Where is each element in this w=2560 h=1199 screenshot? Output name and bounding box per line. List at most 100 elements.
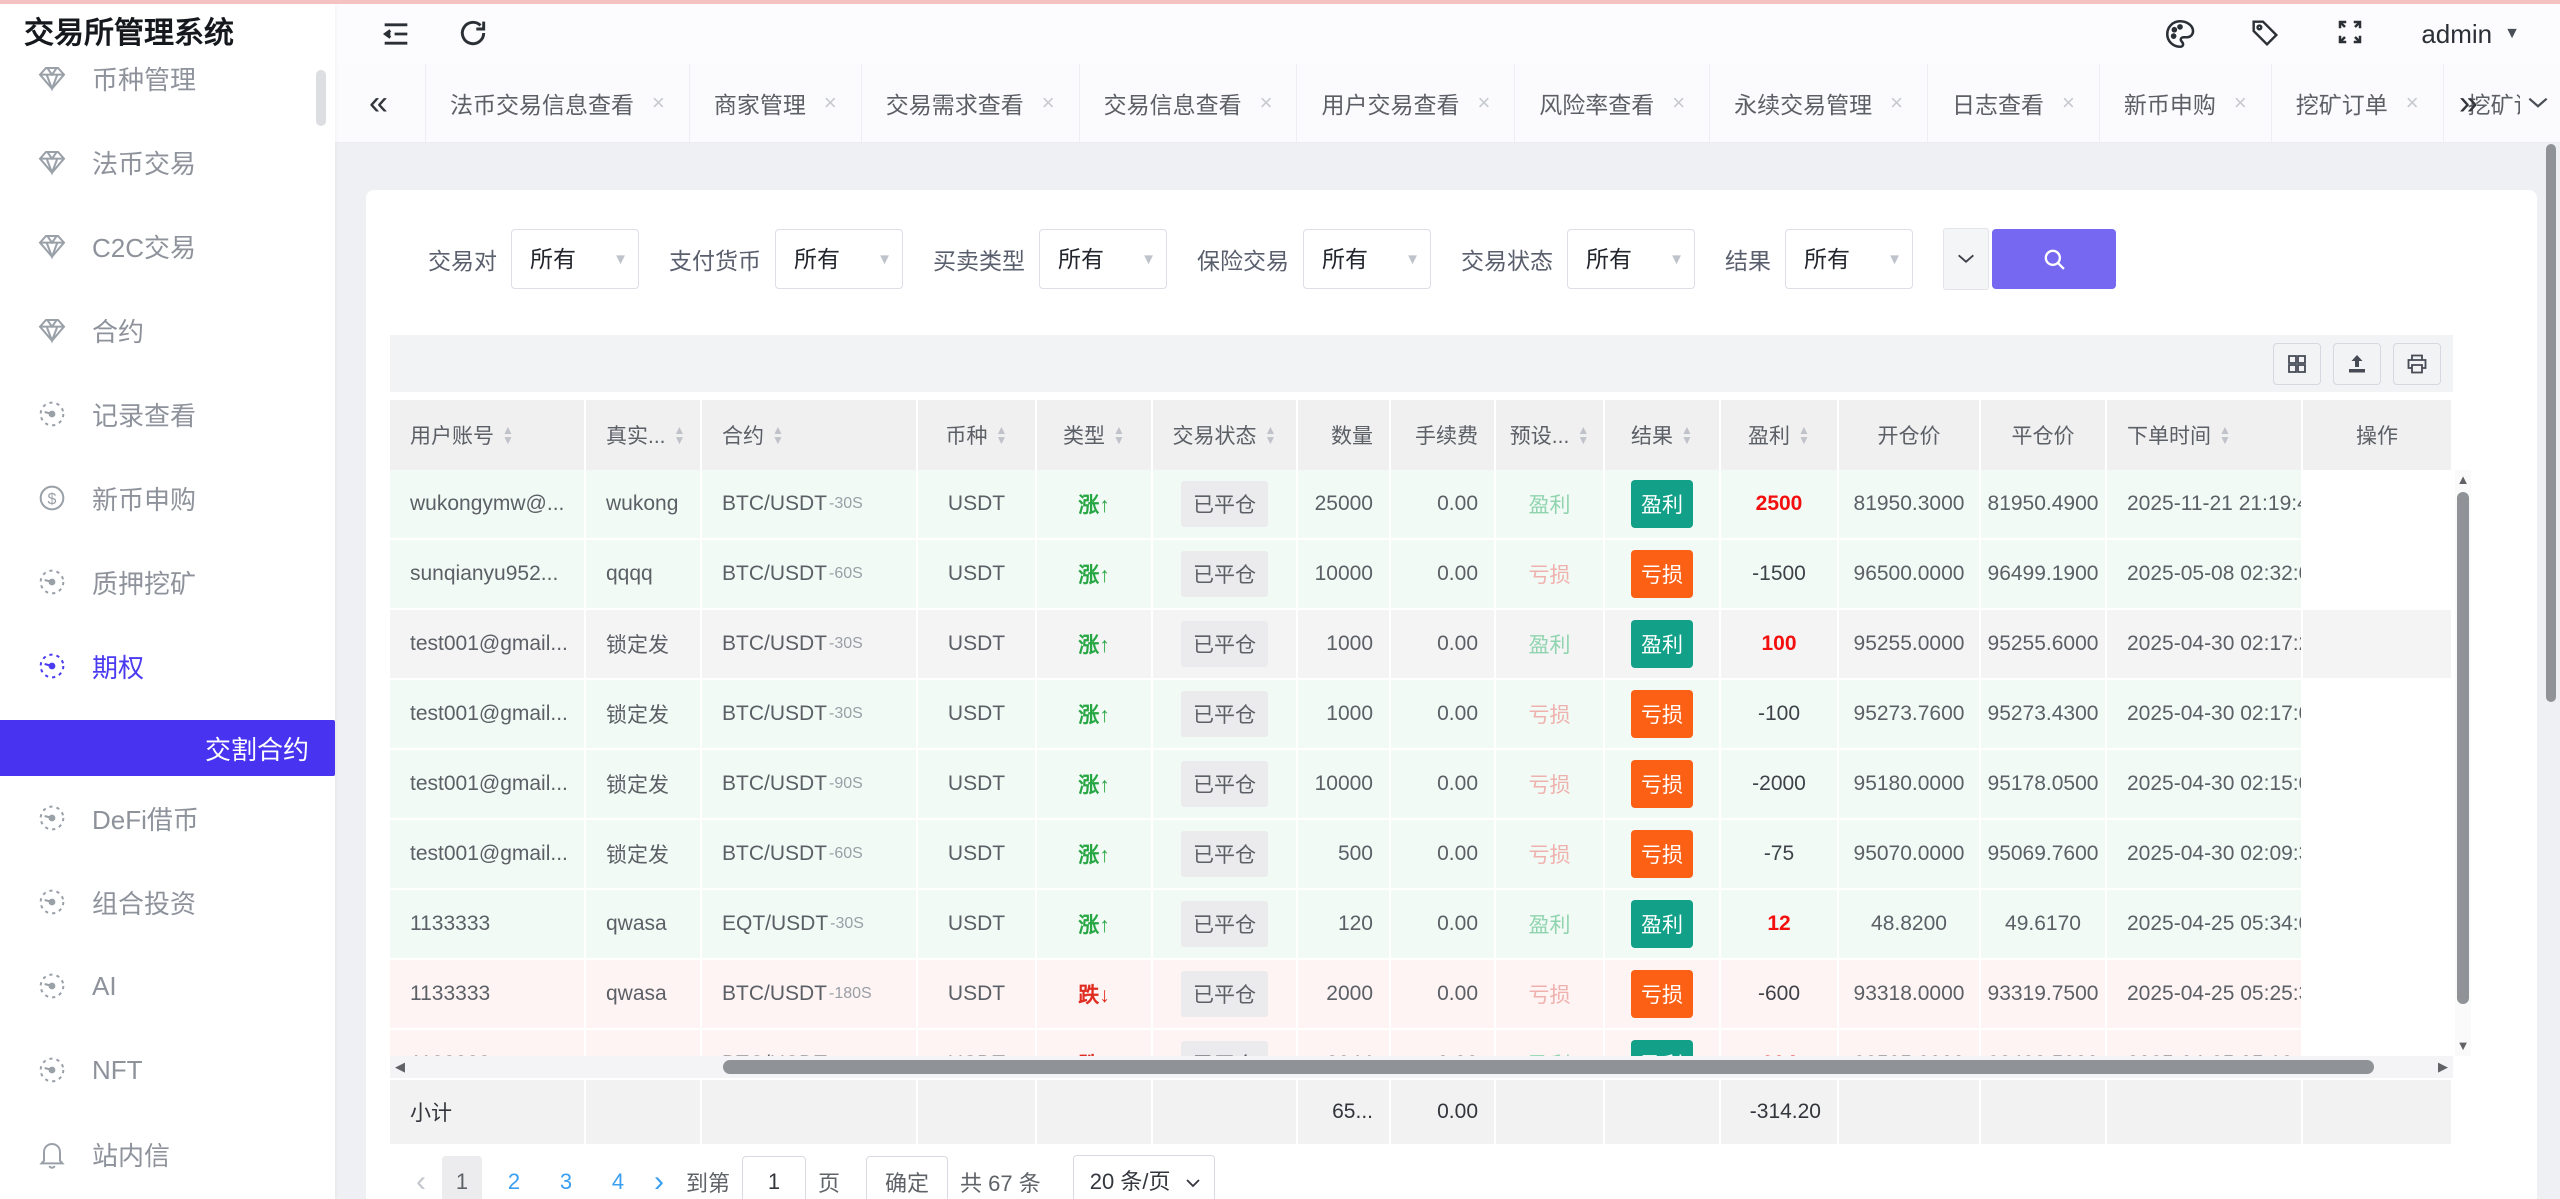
table-row[interactable]: test001@gmail... 锁定发 BTC/USDT -60S USDT 涨↑ 已平仓… bbox=[390, 820, 2453, 890]
sidebar-item-3[interactable]: 合约 bbox=[0, 288, 335, 372]
more-filters-button[interactable] bbox=[1943, 228, 1989, 290]
tab-1[interactable]: 商家管理 × bbox=[688, 64, 861, 142]
sort-icon[interactable]: ▲ ▼ bbox=[1798, 424, 1810, 446]
tabs-scroll-right-icon[interactable]: » bbox=[2459, 64, 2478, 142]
tab-close-icon[interactable]: × bbox=[1477, 90, 1490, 116]
sidebar-item-5[interactable]: $ 新币申购 bbox=[0, 456, 335, 540]
export-button[interactable] bbox=[2333, 342, 2381, 385]
filter-select-3[interactable]: 所有 ▼ bbox=[1303, 229, 1431, 289]
tab-2[interactable]: 交易需求查看 × bbox=[860, 64, 1079, 142]
tab-close-icon[interactable]: × bbox=[2406, 90, 2419, 116]
goto-page-input[interactable] bbox=[742, 1156, 807, 1199]
tab-3[interactable]: 交易信息查看 × bbox=[1078, 64, 1297, 142]
tab-close-icon[interactable]: × bbox=[1890, 90, 1903, 116]
tab-8[interactable]: 新币申购 × bbox=[2098, 64, 2271, 142]
table-row[interactable]: sunqianyu952... qqqq BTC/USDT -60S USDT 涨↑ 已平仓… bbox=[390, 540, 2453, 610]
collapse-sidebar-icon[interactable] bbox=[379, 17, 413, 51]
tab-6[interactable]: 永续交易管理 × bbox=[1709, 64, 1927, 142]
column-header-2[interactable]: 合约 ▲ ▼ bbox=[702, 400, 918, 470]
tab-9[interactable]: 挖矿订单 × bbox=[2270, 64, 2443, 142]
table-row[interactable]: test001@gmail... 锁定发 BTC/USDT -30S USDT 涨↑ 已平仓… bbox=[390, 610, 2453, 680]
tab-0[interactable]: 法币交易信息查看 × bbox=[425, 64, 689, 142]
cell-actions[interactable] bbox=[2303, 750, 2453, 818]
search-button[interactable] bbox=[1992, 229, 2116, 289]
page-scrollbar[interactable] bbox=[2546, 144, 2556, 702]
table-row[interactable]: test001@gmail... 锁定发 BTC/USDT -90S USDT 涨↑ 已平仓… bbox=[390, 750, 2453, 820]
sort-icon[interactable]: ▲ ▼ bbox=[2219, 424, 2231, 446]
filter-select-2[interactable]: 所有 ▼ bbox=[1039, 229, 1167, 289]
prev-page-icon[interactable]: ‹ bbox=[416, 1165, 426, 1199]
cell-actions[interactable] bbox=[2303, 610, 2453, 678]
tabs-menu-chevron-icon[interactable] bbox=[2525, 90, 2551, 116]
sidebar-item-2[interactable]: C2C交易 bbox=[0, 204, 335, 288]
table-row[interactable]: 1133333 qwasa BTC/USDT -180S USDT 跌↓ 已平仓 2000 0.… bbox=[390, 960, 2453, 1030]
tab-7[interactable]: 日志查看 × bbox=[1927, 64, 2099, 142]
sidebar-item-13[interactable]: 站内信 bbox=[0, 1112, 335, 1196]
theme-palette-icon[interactable] bbox=[2163, 17, 2197, 51]
table-vertical-scrollbar[interactable]: ▲ ▼ bbox=[2455, 470, 2471, 1056]
page-1[interactable]: 1 bbox=[442, 1156, 482, 1199]
cell-actions[interactable] bbox=[2303, 820, 2453, 888]
user-menu[interactable]: admin ▼ bbox=[2421, 19, 2520, 50]
column-header-5[interactable]: 交易状态 ▲ ▼ bbox=[1153, 400, 1298, 470]
scroll-right-icon[interactable]: ▶ bbox=[2433, 1056, 2453, 1078]
page-2[interactable]: 2 bbox=[494, 1156, 534, 1199]
filter-select-0[interactable]: 所有 ▼ bbox=[511, 229, 639, 289]
table-row[interactable]: test001@gmail... 锁定发 BTC/USDT -30S USDT 涨↑ 已平仓… bbox=[390, 680, 2453, 750]
column-header-3[interactable]: 币种 ▲ ▼ bbox=[918, 400, 1037, 470]
tab-close-icon[interactable]: × bbox=[2234, 90, 2247, 116]
tab-close-icon[interactable]: × bbox=[1260, 90, 1273, 116]
filter-select-1[interactable]: 所有 ▼ bbox=[775, 229, 903, 289]
cell-actions[interactable] bbox=[2303, 470, 2453, 538]
sidebar-item-9[interactable]: DeFi借币 bbox=[0, 776, 335, 860]
tab-close-icon[interactable]: × bbox=[652, 90, 665, 116]
cell-actions[interactable] bbox=[2303, 1030, 2453, 1056]
tab-close-icon[interactable]: × bbox=[824, 90, 837, 116]
column-header-9[interactable]: 结果 ▲ ▼ bbox=[1605, 400, 1721, 470]
column-header-10[interactable]: 盈利 ▲ ▼ bbox=[1721, 400, 1839, 470]
cell-actions[interactable] bbox=[2303, 680, 2453, 748]
filter-select-4[interactable]: 所有 ▼ bbox=[1567, 229, 1695, 289]
sidebar-item-1[interactable]: 法币交易 bbox=[0, 120, 335, 204]
column-header-4[interactable]: 类型 ▲ ▼ bbox=[1037, 400, 1153, 470]
tab-4[interactable]: 用户交易查看 × bbox=[1296, 64, 1514, 142]
sidebar-item-11[interactable]: AI bbox=[0, 944, 335, 1028]
sort-icon[interactable]: ▲ ▼ bbox=[772, 424, 784, 446]
print-button[interactable] bbox=[2393, 342, 2441, 385]
table-row[interactable]: 1133333BTC/USDT-30SUSDT跌↓已平仓20440.00盈利盈利… bbox=[390, 1030, 2453, 1056]
page-3[interactable]: 3 bbox=[546, 1156, 586, 1199]
tab-close-icon[interactable]: × bbox=[2062, 90, 2075, 116]
tag-icon[interactable] bbox=[2249, 17, 2283, 51]
horizontal-scroll-thumb[interactable] bbox=[723, 1060, 2374, 1074]
vertical-scroll-thumb[interactable] bbox=[2457, 492, 2469, 1004]
sort-icon[interactable]: ▲ ▼ bbox=[1577, 424, 1589, 446]
cell-actions[interactable] bbox=[2303, 540, 2453, 608]
sidebar-item-10[interactable]: 组合投资 bbox=[0, 860, 335, 944]
sidebar-scrollbar[interactable] bbox=[316, 70, 326, 126]
tabs-scroll-left-icon[interactable]: « bbox=[369, 64, 388, 142]
sort-icon[interactable]: ▲ ▼ bbox=[1113, 424, 1125, 446]
scroll-down-icon[interactable]: ▼ bbox=[2455, 1036, 2471, 1056]
table-row[interactable]: 1133333 qwasa EQT/USDT -30S USDT 涨↑ 已平仓 120 0.00… bbox=[390, 890, 2453, 960]
column-settings-button[interactable] bbox=[2273, 342, 2321, 385]
sort-icon[interactable]: ▲ ▼ bbox=[996, 424, 1008, 446]
tab-close-icon[interactable]: × bbox=[1672, 90, 1685, 116]
tab-5[interactable]: 风险率查看 × bbox=[1514, 64, 1709, 142]
sort-icon[interactable]: ▲ ▼ bbox=[674, 424, 686, 446]
tab-10[interactable]: 挖矿记录× bbox=[2442, 64, 2520, 142]
sidebar-item-4[interactable]: 记录查看 bbox=[0, 372, 335, 456]
sidebar-item-6[interactable]: 质押挖矿 bbox=[0, 540, 335, 624]
tab-close-icon[interactable]: × bbox=[1042, 90, 1055, 116]
column-header-8[interactable]: 预设... ▲ ▼ bbox=[1496, 400, 1605, 470]
cell-actions[interactable] bbox=[2303, 890, 2453, 958]
next-page-icon[interactable]: › bbox=[654, 1165, 664, 1199]
page-size-select[interactable]: 20 条/页 bbox=[1072, 1155, 1216, 1199]
scroll-left-icon[interactable]: ◀ bbox=[390, 1056, 410, 1078]
sidebar-item-12[interactable]: NFT bbox=[0, 1028, 335, 1112]
scroll-up-icon[interactable]: ▲ bbox=[2455, 470, 2471, 490]
confirm-button[interactable]: 确定 bbox=[866, 1156, 949, 1199]
sidebar-item-7[interactable]: 期权 bbox=[0, 624, 335, 708]
sidebar-subitem-8[interactable]: 交割合约 bbox=[0, 720, 335, 776]
column-header-0[interactable]: 用户账号 ▲ ▼ bbox=[390, 400, 586, 470]
sort-icon[interactable]: ▲ ▼ bbox=[1265, 424, 1277, 446]
